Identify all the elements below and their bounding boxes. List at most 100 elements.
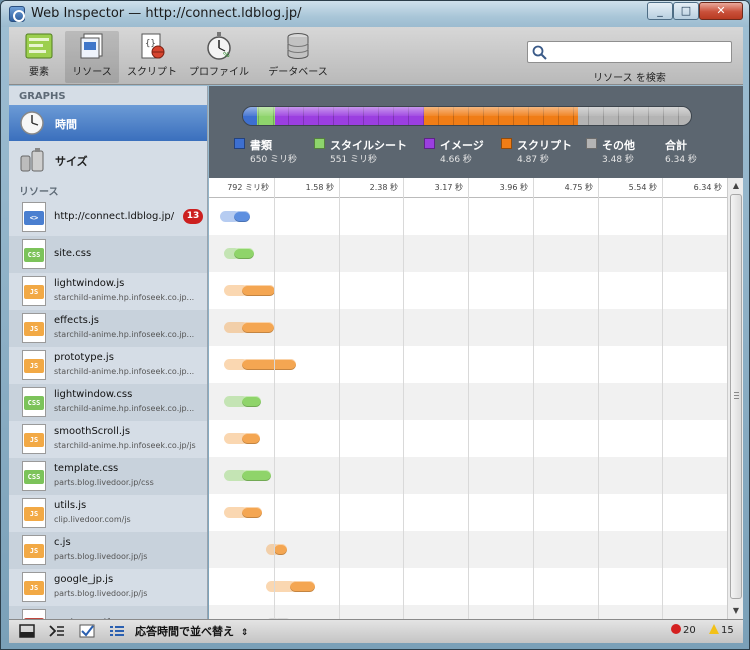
search-icon <box>532 45 547 60</box>
grid-divider <box>274 178 275 619</box>
resource-timing-bar[interactable] <box>223 507 263 518</box>
resource-row[interactable]: JS smoothScroll.js starchild-anime.hp.info… <box>9 421 207 458</box>
css-file-icon: CSS <box>22 461 46 491</box>
resource-domain: parts.blog.livedoor.jp/css <box>54 478 154 487</box>
close-button[interactable]: ✕ <box>699 2 743 20</box>
scripts-icon: {} <box>141 33 165 59</box>
resource-row[interactable]: JS lightwindow.js starchild-anime.hp.infos… <box>9 273 207 310</box>
elements-tab-label: 要素 <box>29 67 49 78</box>
resource-domain: clip.livedoor.com/js <box>54 515 131 524</box>
ruler-tick-label: 6.34 秒 <box>693 183 722 192</box>
error-icon <box>671 624 681 634</box>
large-rows-button[interactable] <box>105 623 129 641</box>
scroll-up-arrow-icon[interactable]: ▲ <box>730 180 742 192</box>
minimize-button[interactable]: _ <box>647 2 673 20</box>
resource-row[interactable]: CSS lightwindow.css starchild-anime.hp.inf… <box>9 384 207 421</box>
summary-bar-gloss <box>243 107 691 116</box>
resource-row[interactable]: JS c.js parts.blog.livedoor.jp/js <box>9 532 207 569</box>
ruler-tick-label: 3.17 秒 <box>434 183 463 192</box>
status-bar: 応答時間で並べ替え ⇕ 20 15 <box>9 619 743 643</box>
resources-tab[interactable]: リソース <box>65 31 119 83</box>
scroll-down-arrow-icon[interactable]: ▼ <box>730 605 742 617</box>
clock-icon <box>20 111 44 135</box>
databases-tab[interactable]: データベース <box>261 31 335 83</box>
resource-name: site.css <box>54 248 92 259</box>
grid-divider <box>339 178 340 619</box>
resource-row[interactable]: JS utils.js clip.livedoor.com/js <box>9 495 207 532</box>
resource-timing-bar[interactable] <box>223 470 272 481</box>
doc-file-icon: <> <box>22 202 46 232</box>
scroll-thumb[interactable] <box>730 194 742 599</box>
resource-timing-bar[interactable] <box>223 285 276 296</box>
web-inspector-app-icon <box>9 6 25 22</box>
legend-name: イメージ <box>440 139 484 152</box>
ruler-tick-label: 3.96 秒 <box>499 183 528 192</box>
resource-timing-bar[interactable] <box>223 322 274 333</box>
maximize-button[interactable]: □ <box>673 2 699 20</box>
thumb-grip <box>734 395 739 396</box>
download-segment <box>241 396 262 407</box>
resource-domain: starchild-anime.hp.infoseek.co.jp... <box>54 404 195 413</box>
summary-graph: 書類 650 ミリ秒 スタイルシート 551 ミリ秒 イメージ 4.66 秒 スクリプト 4.… <box>209 86 743 178</box>
graph-item-size[interactable]: サイズ <box>9 142 207 178</box>
sort-select[interactable]: 応答時間で並べ替え ⇕ <box>135 623 248 641</box>
title-bar[interactable]: Web Inspector — http://connect.ldblog.jp… <box>1 1 749 27</box>
js-file-icon: JS <box>22 424 46 454</box>
grid-divider <box>533 178 534 619</box>
ruler-tick-label: 792 ミリ秒 <box>227 183 269 192</box>
legend-swatch <box>314 138 325 149</box>
legend-swatch <box>234 138 245 149</box>
profiles-tab[interactable]: % プロファイル <box>187 31 251 83</box>
error-count[interactable]: 20 <box>671 624 696 636</box>
file-type-badge: JS <box>24 581 44 595</box>
ruler-tick-label: 5.54 秒 <box>628 183 657 192</box>
graph-item-time[interactable]: 時間 <box>9 105 207 141</box>
scripts-tab[interactable]: {} スクリプト <box>123 31 181 83</box>
legend-value: 650 ミリ秒 <box>250 155 298 165</box>
weight-icon <box>20 148 44 172</box>
resource-timing-bar[interactable] <box>223 248 254 259</box>
resource-name: template.css <box>54 463 119 474</box>
resource-timing-bar[interactable] <box>223 396 262 407</box>
resource-row[interactable]: CSS template.css parts.blog.livedoor.jp/cs… <box>9 458 207 495</box>
web-inspector-window: Web Inspector — http://connect.ldblog.jp… <box>0 0 750 650</box>
sort-select-label: 応答時間で並べ替え <box>135 625 234 638</box>
resource-row[interactable]: JS google_jp.js parts.blog.livedoor.jp/js <box>9 569 207 606</box>
resource-timing-bar[interactable] <box>220 211 250 222</box>
grid-divider <box>662 178 663 619</box>
legend-value: 3.48 秒 <box>602 155 634 165</box>
search-input[interactable] <box>550 44 728 60</box>
dock-button[interactable] <box>15 623 39 641</box>
sidebar: GRAPHS 時間 サイズ リソース <> http://connect.ldbl… <box>9 86 208 619</box>
elements-tab[interactable]: 要素 <box>17 31 61 83</box>
download-segment <box>241 322 274 333</box>
resource-name: effects.js <box>54 315 99 326</box>
legend-value: 551 ミリ秒 <box>330 155 378 165</box>
enable-tracking-button[interactable] <box>75 623 99 641</box>
warning-count[interactable]: 15 <box>709 624 734 636</box>
download-segment <box>289 581 316 592</box>
resource-row[interactable]: JS effects.js starchild-anime.hp.infoseek.… <box>9 310 207 347</box>
graph-item-label: 時間 <box>55 118 77 131</box>
resource-row[interactable]: GIFcv_k_60.gif <box>9 606 207 619</box>
database-icon <box>287 33 309 59</box>
resource-timing-bar[interactable] <box>223 359 296 370</box>
resource-domain: starchild-anime.hp.infoseek.co.jp... <box>54 367 195 376</box>
warning-icon <box>709 624 719 634</box>
download-segment <box>234 248 254 259</box>
resource-row[interactable]: JS prototype.js starchild-anime.hp.infosee… <box>9 347 207 384</box>
resource-timing-bar[interactable] <box>223 433 261 444</box>
timeline-scrollbar[interactable]: ▲ ▼ <box>727 178 743 619</box>
file-type-badge: CSS <box>24 470 44 484</box>
download-segment <box>273 544 287 555</box>
resource-name: smoothScroll.js <box>54 426 131 437</box>
resource-row[interactable]: CSS site.css <box>9 236 207 273</box>
resource-name: lightwindow.js <box>54 278 125 289</box>
download-segment <box>241 359 296 370</box>
error-count-badge: 13 <box>183 209 203 224</box>
search-field[interactable] <box>527 41 732 63</box>
resource-timing-bar[interactable] <box>266 544 287 555</box>
resource-row[interactable]: <> http://connect.ldblog.jp/13 <box>9 199 207 236</box>
console-button[interactable] <box>45 623 69 641</box>
legend-swatch <box>586 138 597 149</box>
